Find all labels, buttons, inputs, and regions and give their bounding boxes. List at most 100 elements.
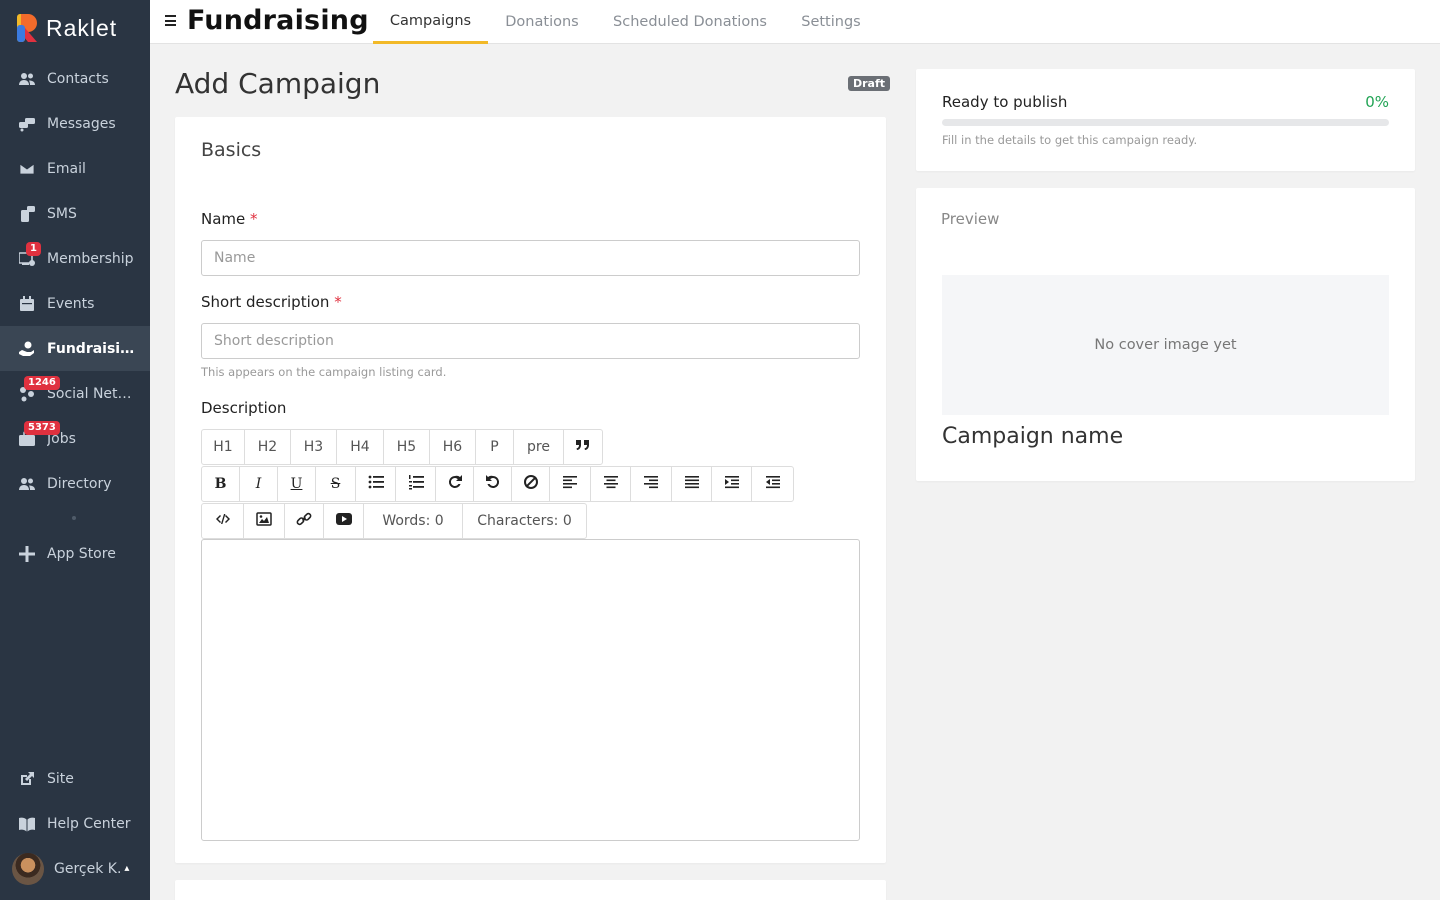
preview-card: Preview No cover image yet Campaign name bbox=[916, 188, 1415, 481]
undo-button[interactable] bbox=[474, 467, 512, 501]
insert-toolbar: Words: 0 Characters: 0 bbox=[201, 503, 587, 539]
justify-button[interactable] bbox=[672, 467, 712, 501]
sidebar-item-label: Site bbox=[47, 770, 74, 787]
align-center-button[interactable] bbox=[591, 467, 631, 501]
h1-button[interactable]: H1 bbox=[202, 430, 245, 464]
clear-format-button[interactable] bbox=[512, 467, 550, 501]
hamburger-menu-icon[interactable] bbox=[165, 15, 177, 26]
redo-button[interactable] bbox=[436, 467, 474, 501]
insert-link-button[interactable] bbox=[285, 504, 324, 538]
h3-button[interactable]: H3 bbox=[291, 430, 337, 464]
external-link-icon bbox=[18, 770, 36, 788]
sidebar-item-help-center[interactable]: Help Center bbox=[0, 801, 150, 846]
sidebar-item-label: Email bbox=[47, 160, 86, 177]
sidebar-item-jobs[interactable]: 5373 Jobs bbox=[0, 416, 150, 461]
paragraph-button[interactable]: P bbox=[476, 430, 514, 464]
bullet-list-button[interactable] bbox=[356, 467, 396, 501]
required-mark: * bbox=[334, 293, 342, 311]
h4-button[interactable]: H4 bbox=[337, 430, 384, 464]
quote-icon bbox=[575, 437, 591, 457]
cover-image-placeholder: No cover image yet bbox=[942, 275, 1389, 415]
avatar bbox=[12, 852, 44, 885]
insert-video-button[interactable] bbox=[324, 504, 364, 538]
short-description-hint: This appears on the campaign listing car… bbox=[201, 365, 447, 379]
user-menu[interactable]: Gerçek K. ▴ bbox=[0, 846, 150, 891]
short-description-input[interactable] bbox=[201, 323, 860, 359]
indent-button[interactable] bbox=[712, 467, 752, 501]
sidebar-item-label: Events bbox=[47, 295, 95, 312]
outdent-button[interactable] bbox=[752, 467, 793, 501]
undo-icon bbox=[485, 474, 501, 494]
membership-badge: 1 bbox=[26, 241, 41, 256]
form-heading: Add Campaign bbox=[175, 67, 381, 100]
redo-icon bbox=[447, 474, 463, 494]
email-icon bbox=[18, 160, 36, 178]
description-editor[interactable] bbox=[201, 539, 860, 841]
code-view-button[interactable] bbox=[202, 504, 244, 538]
user-name: Gerçek K. bbox=[54, 860, 122, 877]
fundraising-icon bbox=[18, 340, 36, 358]
sidebar-item-fundraising[interactable]: Fundraising bbox=[0, 326, 150, 371]
align-left-button[interactable] bbox=[550, 467, 591, 501]
sidebar-item-contacts[interactable]: Contacts bbox=[0, 56, 150, 101]
sidebar: Raklet Contacts Messages Email SMS 1 Mem… bbox=[0, 0, 150, 900]
ready-to-publish-title: Ready to publish bbox=[942, 93, 1068, 111]
strikethrough-button[interactable]: S bbox=[316, 467, 356, 501]
h2-button[interactable]: H2 bbox=[245, 430, 291, 464]
sms-icon bbox=[18, 205, 36, 223]
numbered-list-button[interactable] bbox=[396, 467, 436, 501]
sidebar-item-label: SMS bbox=[47, 205, 77, 222]
sidebar-item-label: Fundraising bbox=[47, 340, 139, 357]
italic-button[interactable]: I bbox=[240, 467, 278, 501]
jobs-icon: 5373 bbox=[18, 420, 60, 448]
align-left-icon bbox=[562, 474, 578, 494]
pre-button[interactable]: pre bbox=[514, 430, 564, 464]
tab-settings[interactable]: Settings bbox=[791, 0, 871, 44]
caret-up-icon: ▴ bbox=[124, 863, 130, 874]
align-right-button[interactable] bbox=[631, 467, 672, 501]
sidebar-item-events[interactable]: Events bbox=[0, 281, 150, 326]
short-description-label: Short description * bbox=[201, 293, 342, 311]
sidebar-item-messages[interactable]: Messages bbox=[0, 101, 150, 146]
sidebar-item-social-network[interactable]: 1246 Social Netw... bbox=[0, 371, 150, 416]
sidebar-item-sms[interactable]: SMS bbox=[0, 191, 150, 236]
italic-icon: I bbox=[255, 476, 262, 492]
link-icon bbox=[296, 511, 312, 531]
sidebar-item-label: Membership bbox=[47, 250, 134, 267]
image-icon bbox=[256, 511, 272, 531]
insert-image-button[interactable] bbox=[244, 504, 285, 538]
top-bar: Fundraising Campaigns Donations Schedule… bbox=[150, 0, 1440, 44]
tab-scheduled-donations[interactable]: Scheduled Donations bbox=[602, 0, 778, 44]
tab-donations[interactable]: Donations bbox=[495, 0, 589, 44]
clear-format-icon bbox=[523, 474, 539, 494]
social-network-badge: 1246 bbox=[24, 375, 60, 390]
plus-icon bbox=[18, 545, 36, 563]
sidebar-item-membership[interactable]: 1 Membership bbox=[0, 236, 150, 281]
status-badge: Draft bbox=[848, 76, 891, 91]
video-icon bbox=[335, 511, 352, 531]
align-center-icon bbox=[603, 474, 619, 494]
bold-icon: B bbox=[214, 476, 227, 492]
calendar-icon bbox=[18, 295, 36, 313]
description-label: Description bbox=[201, 399, 287, 417]
ready-percent: 0% bbox=[1365, 93, 1389, 111]
sidebar-item-app-store[interactable]: App Store bbox=[0, 531, 150, 576]
raklet-logo-icon bbox=[16, 13, 38, 43]
sidebar-item-label: Help Center bbox=[47, 815, 131, 832]
bold-button[interactable]: B bbox=[202, 467, 240, 501]
name-input[interactable] bbox=[201, 240, 860, 276]
bullet-list-icon bbox=[368, 474, 384, 494]
sidebar-item-site[interactable]: Site bbox=[0, 756, 150, 801]
h6-button[interactable]: H6 bbox=[430, 430, 476, 464]
underline-button[interactable]: U bbox=[278, 467, 316, 501]
name-label-text: Name bbox=[201, 210, 246, 228]
short-description-label-text: Short description bbox=[201, 293, 330, 311]
sidebar-item-label: Social Netw... bbox=[47, 385, 139, 402]
blockquote-button[interactable] bbox=[564, 430, 602, 464]
tab-campaigns[interactable]: Campaigns bbox=[373, 0, 488, 44]
sidebar-item-email[interactable]: Email bbox=[0, 146, 150, 191]
sidebar-item-directory[interactable]: Directory bbox=[0, 461, 150, 506]
h5-button[interactable]: H5 bbox=[384, 430, 430, 464]
app-logo[interactable]: Raklet bbox=[16, 13, 117, 43]
strikethrough-icon: S bbox=[330, 476, 341, 492]
